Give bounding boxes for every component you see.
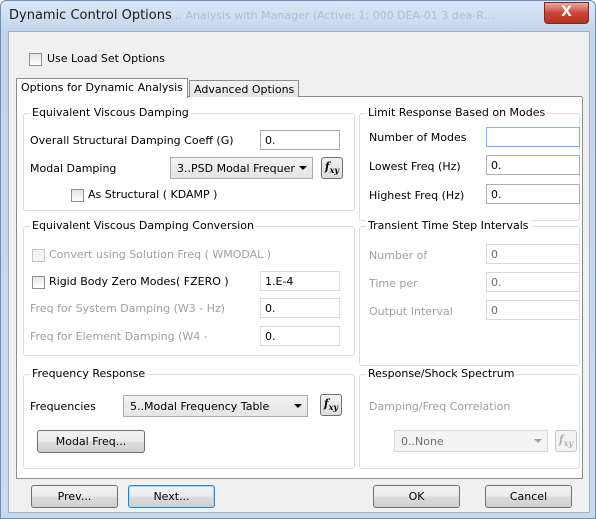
group-title: Equivalent Viscous Damping Conversion bbox=[30, 219, 256, 232]
modal-damping-select[interactable]: 3..PSD Modal Frequer bbox=[170, 157, 313, 179]
chevron-down-icon bbox=[534, 439, 542, 443]
background-window-title: … Analysis with Manager (Active: 1; 000 … bbox=[171, 9, 495, 22]
highest-freq-label: Highest Freq (Hz) bbox=[369, 189, 465, 202]
prev-button[interactable]: Prev... bbox=[31, 485, 118, 508]
overall-damping-input[interactable]: 0. bbox=[260, 130, 340, 150]
rigid-body-zero-label[interactable]: Rigid Body Zero Modes( FZERO ) bbox=[49, 275, 229, 288]
w4-input[interactable]: 0. bbox=[260, 326, 340, 346]
fxy-icon: fxy bbox=[324, 160, 340, 176]
group-response-shock-spectrum: Response/Shock Spectrum Damping/Freq Cor… bbox=[359, 367, 580, 469]
group-damping-conversion: Equivalent Viscous Damping Conversion Co… bbox=[23, 219, 355, 356]
correlation-value: 0..None bbox=[401, 435, 444, 448]
tab-label: Options for Dynamic Analysis bbox=[21, 81, 183, 94]
next-button[interactable]: Next... bbox=[128, 485, 215, 508]
tab-options-dynamic-analysis[interactable]: Options for Dynamic Analysis bbox=[16, 78, 188, 98]
group-equivalent-viscous-damping: Equivalent Viscous Damping Overall Struc… bbox=[23, 106, 355, 211]
group-title: Equivalent Viscous Damping bbox=[30, 106, 191, 119]
chevron-down-icon bbox=[299, 166, 307, 170]
frequencies-label: Frequencies bbox=[30, 400, 96, 413]
group-title: Frequency Response bbox=[30, 367, 148, 380]
lowest-freq-input[interactable]: 0. bbox=[486, 155, 580, 175]
frequencies-select[interactable]: 5..Modal Frequency Table bbox=[123, 395, 308, 417]
group-title: Limit Response Based on Modes bbox=[366, 106, 548, 119]
group-limit-response-modes: Limit Response Based on Modes Number of … bbox=[359, 106, 580, 221]
group-title: Response/Shock Spectrum bbox=[366, 367, 517, 380]
number-of-modes-label: Number of Modes bbox=[369, 131, 467, 144]
window-title: Dynamic Control Options bbox=[9, 8, 172, 23]
group-title: Transient Time Step Intervals bbox=[366, 219, 531, 232]
convert-wmodal-label: Convert using Solution Freq ( WMODAL ) bbox=[49, 248, 272, 261]
dialog-body: Use Load Set Options Options for Dynamic… bbox=[8, 31, 590, 513]
group-transient-time-step: Transient Time Step Intervals Number of … bbox=[359, 219, 580, 366]
title-bar[interactable]: Dynamic Control Options … Analysis with … bbox=[1, 1, 595, 31]
lowest-freq-label: Lowest Freq (Hz) bbox=[369, 160, 461, 173]
modal-freq-button[interactable]: Modal Freq... bbox=[37, 430, 145, 453]
chevron-down-icon bbox=[294, 404, 302, 408]
fxy-icon: fxy bbox=[558, 433, 574, 449]
time-per-label: Time per bbox=[369, 277, 418, 290]
modal-damping-label: Modal Damping bbox=[30, 162, 117, 175]
w3-label: Freq for System Damping (W3 - Hz) bbox=[30, 302, 226, 315]
frequencies-value: 5..Modal Frequency Table bbox=[130, 400, 270, 413]
function-xy-button[interactable]: fxy bbox=[320, 394, 342, 416]
close-button[interactable]: X bbox=[544, 2, 589, 24]
cancel-button[interactable]: Cancel bbox=[485, 485, 572, 508]
rigid-body-zero-checkbox[interactable] bbox=[32, 276, 45, 289]
group-frequency-response: Frequency Response Frequencies 5..Modal … bbox=[23, 367, 355, 469]
tab-label: Advanced Options bbox=[194, 83, 295, 96]
damping-freq-correlation-select[interactable]: 0..None bbox=[394, 430, 548, 452]
fzero-input[interactable]: 1.E-4 bbox=[260, 271, 340, 291]
number-of-label: Number of bbox=[369, 249, 428, 262]
output-interval-label: Output Interval bbox=[369, 305, 453, 318]
number-of-modes-input[interactable] bbox=[486, 127, 580, 147]
w4-label: Freq for Element Damping (W4 - bbox=[30, 330, 208, 343]
tab-panel: Equivalent Viscous Damping Overall Struc… bbox=[16, 97, 583, 479]
dialog-window: Dynamic Control Options … Analysis with … bbox=[0, 0, 596, 519]
use-load-set-label[interactable]: Use Load Set Options bbox=[47, 52, 165, 65]
use-load-set-checkbox[interactable] bbox=[29, 53, 42, 66]
highest-freq-input[interactable]: 0. bbox=[486, 184, 580, 204]
w3-input[interactable]: 0. bbox=[260, 298, 340, 318]
convert-wmodal-checkbox[interactable] bbox=[32, 249, 45, 262]
output-interval-input[interactable]: 0 bbox=[486, 300, 580, 320]
function-xy-button[interactable]: fxy bbox=[321, 157, 343, 179]
as-structural-checkbox[interactable] bbox=[71, 189, 84, 202]
ok-button[interactable]: OK bbox=[373, 485, 460, 508]
close-icon: X bbox=[561, 4, 572, 20]
function-xy-button[interactable]: fxy bbox=[555, 430, 577, 452]
tab-advanced-options[interactable]: Advanced Options bbox=[189, 80, 300, 98]
number-of-input[interactable]: 0 bbox=[486, 244, 580, 264]
as-structural-label[interactable]: As Structural ( KDAMP ) bbox=[88, 188, 217, 201]
damping-freq-correlation-label: Damping/Freq Correlation bbox=[369, 400, 511, 413]
fxy-icon: fxy bbox=[323, 397, 339, 413]
time-per-input[interactable]: 0. bbox=[486, 272, 580, 292]
modal-damping-value: 3..PSD Modal Frequer bbox=[177, 162, 295, 175]
overall-damping-label: Overall Structural Damping Coeff (G) bbox=[30, 134, 234, 147]
